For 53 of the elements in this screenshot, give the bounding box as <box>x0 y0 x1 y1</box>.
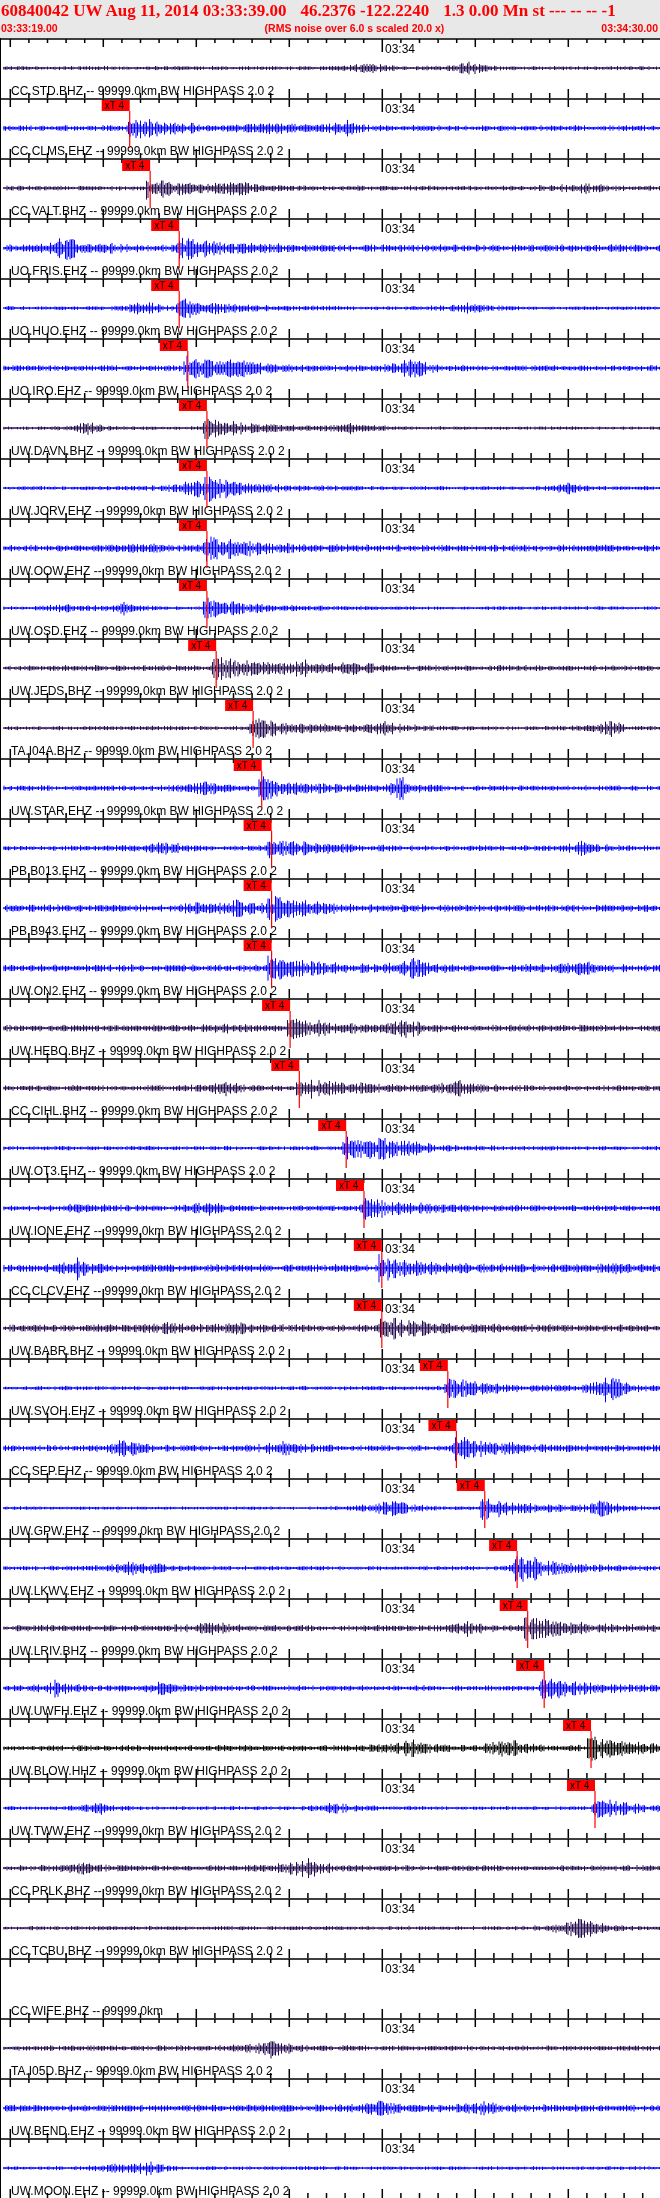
time-label: 03:34 <box>385 1482 416 1496</box>
event-title: 1.3 0.00 Mn st --- -- -- -1 <box>443 1 616 21</box>
time-label: 03:34 <box>385 1422 416 1436</box>
time-label: 03:34 <box>385 1302 416 1316</box>
channel-label: UW.TWW.EHZ -- 99999.0km BW HIGHPASS 2.0 2 <box>11 1824 282 1838</box>
time-label: 03:34 <box>385 1722 416 1736</box>
time-label: 03:34 <box>385 882 416 896</box>
time-label: 03:34 <box>385 1842 416 1856</box>
time-label: 03:34 <box>385 762 416 776</box>
channel-label: CC.STD.BHZ -- 99999.0km BW HIGHPASS 2.0 2 <box>11 84 275 98</box>
time-label: 03:34 <box>385 2142 416 2156</box>
time-label: 03:34 <box>385 1602 416 1616</box>
event-title: 46.2376 -122.2240 <box>300 1 430 21</box>
channel-label: CC.CLCV.EHZ -- 99999.0km BW HIGHPASS 2.0 2 <box>11 1284 282 1298</box>
time-label: 03:34 <box>385 822 416 836</box>
end-time: 03:34:30.00 <box>601 21 658 35</box>
time-label: 03:34 <box>385 582 416 596</box>
time-label: 03:34 <box>385 462 416 476</box>
time-label: 03:34 <box>385 1662 416 1676</box>
start-time: 03:33:19.00 <box>1 21 58 35</box>
time-label: 03:34 <box>385 1062 416 1076</box>
channel-label: UW.BABR.BHZ -- 99999.0km BW HIGHPASS 2.0 2 <box>11 1344 285 1358</box>
time-label: 03:34 <box>385 1542 416 1556</box>
time-label: 03:34 <box>385 1782 416 1796</box>
channel-label: CC.TCBU.BHZ -- 99999.0km BW HIGHPASS 2.0 2 <box>11 1944 283 1958</box>
time-label: 03:34 <box>385 702 416 716</box>
time-label: 03:34 <box>385 282 416 296</box>
time-label: 03:34 <box>385 1002 416 1016</box>
channel-label: UW.LRIV.BHZ -- 99999.0km BW HIGHPASS 2.0 2 <box>11 1644 278 1658</box>
time-label: 03:34 <box>385 162 416 176</box>
time-label: 03:34 <box>385 1362 416 1376</box>
time-label: 03:34 <box>385 1242 416 1256</box>
scale-note: (RMS noise over 6.0 s scaled 20.0 x) <box>264 21 445 35</box>
time-label: 03:34 <box>385 2082 416 2096</box>
time-label: 03:34 <box>385 522 416 536</box>
time-label: 03:34 <box>385 222 416 236</box>
channel-label: UW.IONE.EHZ -- 99999.0km BW HIGHPASS 2.0 2 <box>11 1224 282 1238</box>
time-label: 03:34 <box>385 102 416 116</box>
time-label: 03:34 <box>385 402 416 416</box>
time-label: 03:34 <box>385 1182 416 1196</box>
channel-label: UW.GPW.EHZ -- 99999.0km BW HIGHPASS 2.0 2 <box>11 1524 281 1538</box>
time-label: 03:34 <box>385 1122 416 1136</box>
event-title: 60840042 UW Aug 11, 2014 03:33:39.00 <box>1 1 287 21</box>
time-label: 03:34 <box>385 2022 416 2036</box>
channel-label: UW.BLOW.HHZ -- 99999.0km BW HIGHPASS 2.0 2 <box>11 1764 288 1778</box>
time-label: 03:34 <box>385 342 416 356</box>
time-label: 03:34 <box>385 42 416 56</box>
time-label: 03:34 <box>385 642 416 656</box>
channel-label: CC.WIFE.BHZ -- 99999.0km <box>11 2004 164 2018</box>
time-label: 03:34 <box>385 942 416 956</box>
time-label: 03:34 <box>385 1902 416 1916</box>
channel-label: CC.PRLK.BHZ -- 99999.0km BW HIGHPASS 2.0 2 <box>11 1884 282 1898</box>
time-label: 03:34 <box>385 1962 416 1976</box>
